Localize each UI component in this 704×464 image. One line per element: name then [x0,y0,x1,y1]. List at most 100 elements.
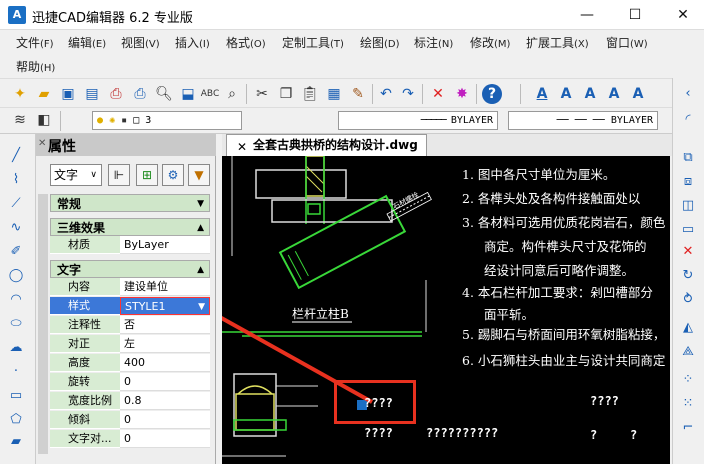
save-icon[interactable]: ▣ [58,84,78,104]
array-icon[interactable]: ▭ [678,220,698,240]
polygon-icon[interactable]: ⬠ [6,410,26,430]
ellipse-icon[interactable]: ⬭ [6,314,26,334]
scale-icon[interactable]: ◭ [678,318,698,338]
mirror-icon[interactable]: ⧈ [678,172,698,192]
menu-help[interactable]: 帮助(H) [16,58,55,75]
minimize-button[interactable]: — [572,4,602,26]
menu-insert[interactable]: 插入(I) [175,34,210,51]
close-panel-icon[interactable]: ✕ [38,138,46,149]
properties-title: 属性 [48,139,76,155]
menu-extend-tools[interactable]: 扩展工具(X) [526,34,589,51]
text-style-icon[interactable]: A [532,84,552,104]
linetype-combo[interactable]: ───── BYLAYER [338,111,498,130]
lineweight-combo[interactable]: ── ── ── BYLAYER [508,111,658,130]
menu-custom-tools[interactable]: 定制工具(T) [282,34,344,51]
save-as-icon[interactable]: ▤ [82,84,102,104]
arc-icon[interactable]: ◜ [678,110,698,130]
layer-state-icon[interactable]: ◧ [34,110,54,130]
print-setup-icon[interactable]: ⎙ [130,84,150,104]
group-general[interactable]: 常规 ▼ [50,194,210,212]
arc-draw-icon[interactable]: ◠ [6,290,26,310]
paste-icon[interactable]: 📋︎ [300,84,320,104]
menu-view[interactable]: 视图(V) [121,34,160,51]
print-preview-icon[interactable]: 🔍︎ [154,84,174,104]
layer-manager-icon[interactable]: ≋ [10,110,30,130]
open-folder-icon[interactable]: ▰ [34,84,54,104]
select-objects-icon[interactable]: ⊞ [136,164,158,186]
explode-icon[interactable]: ✸ [452,84,472,104]
hatch-icon[interactable]: ▰ [6,432,26,452]
tab-drawing[interactable]: ✕ 全套古典拱桥的结构设计.dwg [226,134,427,156]
rotate-icon[interactable]: ⥁ [678,290,698,310]
property-row-content[interactable]: 内容 建设单位 [50,278,210,296]
panel-scrollbar[interactable] [38,194,48,454]
property-key: 注释性 [50,316,120,334]
extend-icon[interactable]: ⁙ [678,394,698,414]
find-icon[interactable]: ⌕ [222,84,242,104]
move-icon[interactable]: ↻ [678,266,698,286]
break-icon[interactable]: ⌐ [678,418,698,438]
group-3d-effect[interactable]: 三维效果 ▲ [50,218,210,236]
close-button[interactable]: ✕ [668,4,698,26]
trim-icon[interactable]: ⁘ [678,370,698,390]
print-icon[interactable]: ⎙ [106,84,126,104]
spline-icon[interactable]: ∿ [6,218,26,238]
style-dropdown[interactable]: STYLE1 ▼ [120,297,210,315]
erase-icon[interactable]: ✕ [678,242,698,262]
freehand-icon[interactable]: ✐ [6,242,26,262]
object-type-select[interactable]: 文字 ∨ [50,164,102,186]
multiline-text-icon[interactable]: A [580,84,600,104]
cut-icon[interactable]: ✂ [252,84,272,104]
property-row-justify[interactable]: 对正 左 [50,335,210,353]
text-scale-icon[interactable]: A [628,84,648,104]
property-row-annotative[interactable]: 注释性 否 [50,316,210,334]
help-icon[interactable]: ? [482,84,502,104]
menu-dimension[interactable]: 标注(N) [414,34,453,51]
brush-icon[interactable]: ✎ [348,84,368,104]
property-row-width-factor[interactable]: 宽度比例 0.8 [50,392,210,410]
menu-draw[interactable]: 绘图(D) [360,34,400,51]
property-row-style[interactable]: 样式 STYLE1 ▼ [50,297,210,315]
publish-icon[interactable]: ⬓ [178,84,198,104]
match-properties-icon[interactable]: ▦ [324,84,344,104]
rectangle-icon[interactable]: ▭ [6,386,26,406]
property-row-height[interactable]: 高度 400 [50,354,210,372]
maximize-button[interactable]: ☐ [620,4,650,26]
menu-modify[interactable]: 修改(M) [470,34,510,51]
property-row-material[interactable]: 材质 ByLayer [50,236,210,254]
point-icon[interactable]: · [6,362,26,382]
close-tab-icon[interactable]: ✕ [237,137,247,158]
toggle-pickadd-icon[interactable]: ⊩ [108,164,130,186]
property-key: 材质 [50,236,120,254]
new-file-icon[interactable]: ✦ [10,84,30,104]
construction-line-icon[interactable]: ⟋ [6,194,26,214]
copy-icon[interactable]: ❐ [276,84,296,104]
polyline-icon[interactable]: ⌇ [6,170,26,190]
property-row-text-align[interactable]: 文字对... 0 [50,430,210,448]
filter-icon[interactable]: ▼ [188,164,210,186]
menu-window[interactable]: 窗口(W) [606,34,648,51]
quick-select-icon[interactable]: ⚙ [162,164,184,186]
menu-format[interactable]: 格式(O) [226,34,266,51]
offset-icon[interactable]: ◫ [678,196,698,216]
property-row-oblique[interactable]: 倾斜 0 [50,411,210,429]
spell-check-icon[interactable]: ABC [200,84,220,104]
group-text[interactable]: 文字 ▲ [50,260,210,278]
property-row-rotation[interactable]: 旋转 0 [50,373,210,391]
text-icon[interactable]: A [556,84,576,104]
stretch-icon[interactable]: ⟁ [678,342,698,362]
copy-object-icon[interactable]: ⧉ [678,148,698,168]
drawing-canvas[interactable]: ???? 栏杆立柱B 石材螺栓 1. 图中各尺寸单位为厘米。 2. 各榫头处及各… [222,156,670,464]
redo-icon[interactable]: ↷ [398,84,418,104]
circle-icon[interactable]: ◯ [6,266,26,286]
text-edit-icon[interactable]: A [604,84,624,104]
menu-file[interactable]: 文件(F) [16,34,54,51]
line-icon[interactable]: ╱ [6,146,26,166]
layer-combo[interactable]: ● ✺ ▪ □ 3 [92,111,242,130]
menu-edit[interactable]: 编辑(E) [68,34,106,51]
delete-icon[interactable]: ✕ [428,84,448,104]
revision-cloud-icon[interactable]: ☁ [6,338,26,358]
undo-icon[interactable]: ↶ [376,84,396,104]
chevron-left-icon[interactable]: ‹ [678,84,698,104]
note-line-2: 2. 各榫头处及各构件接触面处以 [462,191,641,206]
